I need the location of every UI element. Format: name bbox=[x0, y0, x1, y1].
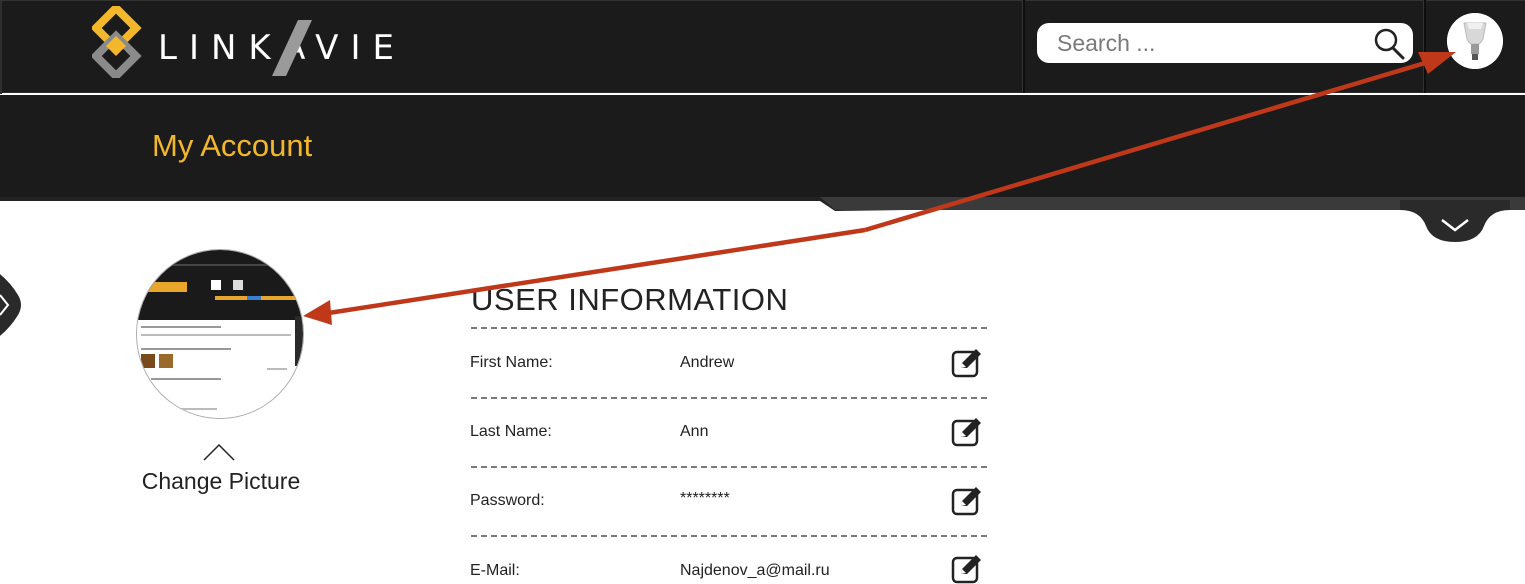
search-icon[interactable] bbox=[1372, 27, 1406, 61]
divider bbox=[471, 466, 987, 468]
logo-slash-icon bbox=[272, 20, 312, 76]
divider bbox=[471, 397, 987, 399]
header-bottom-strip bbox=[0, 197, 1525, 211]
user-avatar[interactable] bbox=[1447, 13, 1503, 69]
divider bbox=[471, 327, 987, 329]
search-input[interactable] bbox=[1057, 27, 1357, 59]
top-bar-edge bbox=[0, 1, 2, 94]
edit-first-name-button[interactable] bbox=[950, 348, 984, 378]
edit-icon bbox=[951, 418, 981, 447]
account-page: LINKAVIE My Account bbox=[0, 0, 1525, 584]
lightbulb-avatar-icon bbox=[1447, 13, 1503, 69]
annotation-arrowhead bbox=[303, 300, 332, 325]
header-divider bbox=[1423, 0, 1426, 93]
collapse-header-button[interactable] bbox=[1400, 200, 1510, 244]
last-name-label: Last Name: bbox=[470, 423, 552, 440]
search-box[interactable] bbox=[1037, 23, 1413, 63]
edit-last-name-button[interactable] bbox=[950, 417, 984, 447]
email-label: E-Mail: bbox=[470, 562, 520, 579]
email-value: Najdenov_a@mail.ru bbox=[680, 562, 830, 579]
first-name-label: First Name: bbox=[470, 354, 553, 371]
logo-mark-icon bbox=[92, 6, 142, 78]
password-label: Password: bbox=[470, 492, 545, 509]
profile-picture-image bbox=[137, 250, 303, 418]
edit-icon bbox=[951, 487, 981, 516]
header-divider bbox=[1022, 0, 1025, 93]
password-value: ******** bbox=[680, 490, 730, 507]
profile-picture[interactable] bbox=[136, 249, 304, 419]
change-picture-link[interactable]: Change Picture bbox=[136, 468, 306, 495]
chevron-up-icon[interactable] bbox=[203, 443, 235, 461]
edit-icon bbox=[951, 349, 981, 378]
page-title: My Account bbox=[152, 128, 313, 163]
edit-password-button[interactable] bbox=[950, 486, 984, 516]
first-name-value: Andrew bbox=[680, 354, 735, 371]
last-name-value: Ann bbox=[680, 423, 709, 440]
edit-email-button[interactable] bbox=[950, 554, 984, 584]
section-title: USER INFORMATION bbox=[471, 282, 789, 317]
logo[interactable]: LINKAVIE bbox=[92, 6, 412, 78]
divider bbox=[471, 535, 987, 537]
side-drawer-toggle[interactable] bbox=[0, 255, 24, 355]
edit-icon bbox=[951, 555, 981, 584]
